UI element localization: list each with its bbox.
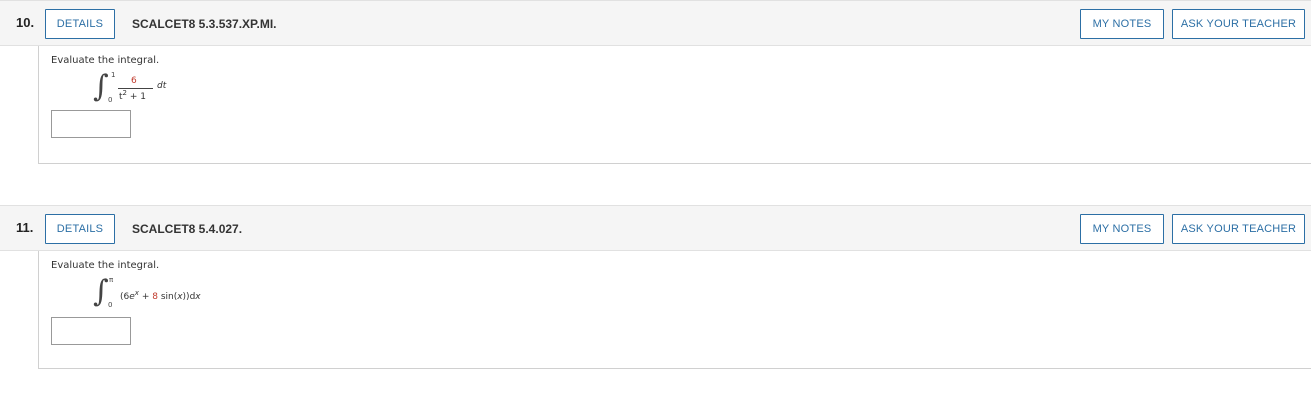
integral-expression: ∫ π 0 (6ex + 8 sin(x))dx [91,275,311,311]
question-number: 11. [16,220,34,235]
lower-limit: 0 [108,96,113,104]
sin-function: sin( [157,292,178,302]
upper-limit: π [109,276,114,284]
question-body: Evaluate the integral. ∫ π 0 (6ex + 8 si… [38,251,1311,369]
my-notes-button[interactable]: MY NOTES [1080,214,1164,244]
answer-input[interactable] [51,317,131,345]
differential: dt [157,81,167,91]
close-paren: )) [182,292,190,302]
denominator-exponent: 2 [122,89,127,97]
my-notes-button[interactable]: MY NOTES [1080,9,1164,39]
question-prompt: Evaluate the integral. [51,55,160,66]
question-body: Evaluate the integral. ∫ 1 0 6 t2 + 1 dt [38,46,1311,164]
numerator: 6 [131,76,137,86]
question-10: 10. DETAILS SCALCET8 5.3.537.XP.MI. MY N… [0,0,1311,165]
integral-expression: ∫ 1 0 6 t2 + 1 dt [91,70,231,106]
differential-var: x [195,292,201,302]
integrand: (6ex + 8 sin(x))dx [120,289,201,302]
question-code: SCALCET8 5.4.027. [132,222,243,236]
question-prompt: Evaluate the integral. [51,260,160,271]
ask-teacher-button[interactable]: ASK YOUR TEACHER [1172,214,1305,244]
details-button[interactable]: DETAILS [45,214,115,244]
question-header: 11. DETAILS SCALCET8 5.4.027. MY NOTES A… [0,205,1311,251]
lower-limit: 0 [108,301,113,309]
question-header: 10. DETAILS SCALCET8 5.3.537.XP.MI. MY N… [0,0,1311,46]
integral-sign: ∫ [93,69,109,104]
question-code: SCALCET8 5.3.537.XP.MI. [132,17,277,31]
ask-teacher-button[interactable]: ASK YOUR TEACHER [1172,9,1305,39]
integral-sign: ∫ [93,274,109,309]
question-number: 10. [16,15,35,30]
plus-sign: + [138,292,153,302]
denominator: t2 + 1 [119,89,146,102]
question-11: 11. DETAILS SCALCET8 5.4.027. MY NOTES A… [0,205,1311,370]
upper-limit: 1 [111,71,116,79]
details-button[interactable]: DETAILS [45,9,115,39]
answer-input[interactable] [51,110,131,138]
denominator-rest: + 1 [129,92,147,102]
